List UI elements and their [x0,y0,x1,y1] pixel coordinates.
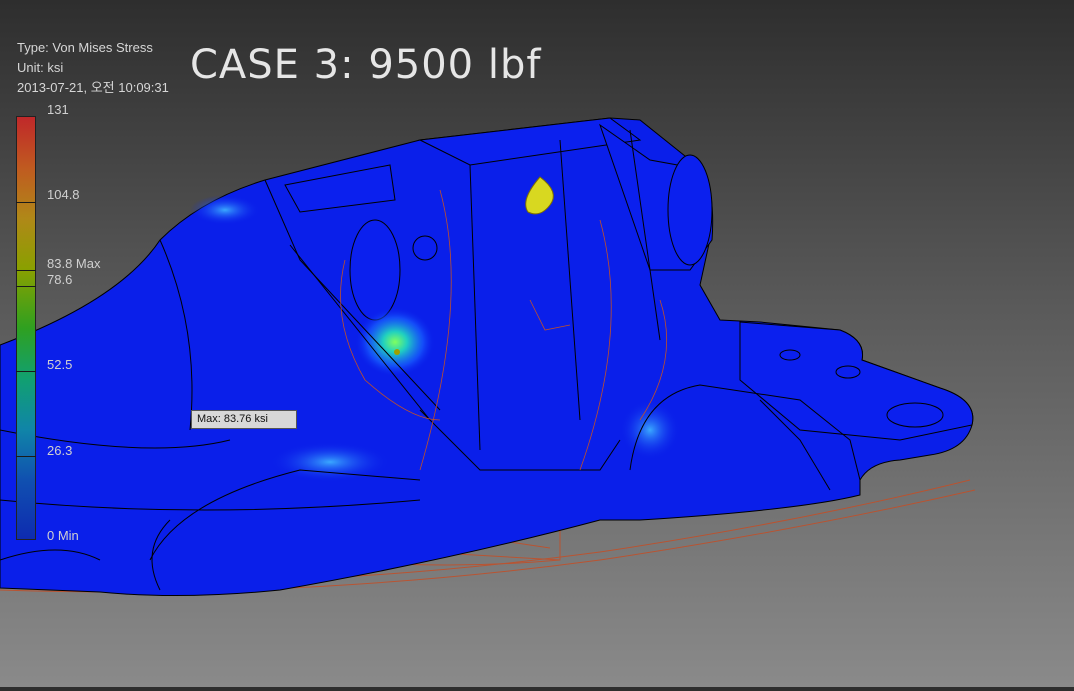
legend-label-max: 131 [47,102,69,117]
fea-viewport[interactable] [0,0,1074,687]
legend-tick [16,456,36,457]
legend-tick [16,371,36,372]
max-stress-callout[interactable]: Max: 83.76 ksi [191,410,297,429]
result-type-label: Type: Von Mises Stress [17,40,153,55]
hotspot-lower-right [620,400,680,460]
legend-tick [16,286,36,287]
model-canvas [0,117,976,597]
max-marker [394,349,400,355]
hotspot-top-left [190,195,260,225]
color-legend-bar [16,116,36,540]
legend-tick [16,270,36,271]
legend-label-min: 0 Min [47,528,79,543]
legend-label: 52.5 [47,357,73,372]
legend-label: 78.6 [47,272,73,287]
legend-label-max-value: 83.8 Max [47,256,101,271]
legend-label: 104.8 [47,187,80,202]
result-timestamp: 2013-07-21, 오전 10:09:31 [17,80,169,95]
legend-label: 26.3 [47,443,73,458]
case-title: CASE 3: 9500 lbf [190,42,542,88]
result-unit-label: Unit: ksi [17,60,64,75]
legend-tick [16,202,36,203]
